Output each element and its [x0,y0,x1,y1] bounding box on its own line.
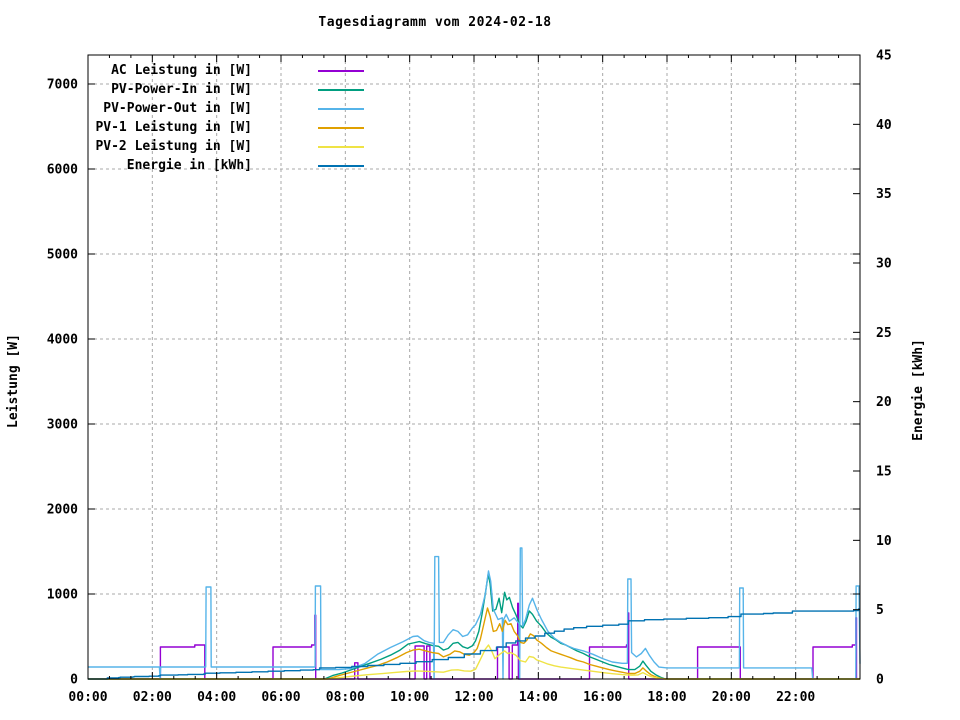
legend-label: Energie in [kWh] [126,158,252,173]
x-axis-tick-labels: 00:00 02:00 04:00 06:00 08:00 10:00 12:00 14:00… [68,690,815,705]
svg-text:0: 0 [876,673,884,688]
svg-text:12:00: 12:00 [454,690,493,705]
daily-diagram-chart: Tagesdiagramm vom 2024-02-18 Leistung [W… [0,0,960,720]
legend-item-pv-1-leistung-in-w: PV-1 Leistung in [W] [0,119,380,137]
legend-label: AC Leistung in [W] [111,63,252,78]
svg-text:10:00: 10:00 [390,690,429,705]
svg-text:06:00: 06:00 [261,690,300,705]
svg-text:35: 35 [876,187,892,202]
svg-text:5000: 5000 [47,247,78,262]
svg-text:2000: 2000 [47,502,78,517]
svg-text:22:00: 22:00 [776,690,815,705]
legend-item-pv-power-out-in-w: PV-Power-Out in [W] [0,100,380,118]
svg-text:1000: 1000 [47,587,78,602]
svg-text:20:00: 20:00 [712,690,751,705]
svg-text:16:00: 16:00 [583,690,622,705]
svg-text:20: 20 [876,395,892,410]
svg-text:5: 5 [876,603,884,618]
legend-item-pv-2-leistung-in-w: PV-2 Leistung in [W] [0,138,380,156]
svg-text:14:00: 14:00 [519,690,558,705]
svg-text:25: 25 [876,326,892,341]
svg-text:0: 0 [70,673,78,688]
legend-label: PV-Power-Out in [W] [103,101,252,116]
legend-item-ac-leistung-in-w: AC Leistung in [W] [0,62,380,80]
svg-text:00:00: 00:00 [68,690,107,705]
legend-swatch-pv-power-out-in-w [318,108,364,110]
legend-label: PV-1 Leistung in [W] [95,120,252,135]
svg-text:02:00: 02:00 [133,690,172,705]
svg-text:4000: 4000 [47,332,78,347]
svg-text:18:00: 18:00 [647,690,686,705]
legend-swatch-ac-leistung-in-w [318,70,364,72]
legend-swatch-pv-power-in-in-w [318,89,364,91]
legend-item-pv-power-in-in-w: PV-Power-In in [W] [0,81,380,99]
svg-text:30: 30 [876,257,892,272]
legend-item-energie-in-kwh: Energie in [kWh] [0,157,380,175]
svg-text:08:00: 08:00 [326,690,365,705]
svg-text:40: 40 [876,118,892,133]
y-right-tick-labels: 0 5 10 15 20 25 30 35 40 45 [876,49,892,688]
svg-text:45: 45 [876,49,892,64]
svg-text:15: 15 [876,465,892,480]
svg-text:10: 10 [876,534,892,549]
legend-label: PV-2 Leistung in [W] [95,139,252,154]
legend-label: PV-Power-In in [W] [111,82,252,97]
legend-swatch-energie-in-kwh [318,165,364,167]
legend-swatch-pv-1-leistung-in-w [318,127,364,129]
legend-swatch-pv-2-leistung-in-w [318,146,364,148]
svg-text:3000: 3000 [47,417,78,432]
svg-text:04:00: 04:00 [197,690,236,705]
